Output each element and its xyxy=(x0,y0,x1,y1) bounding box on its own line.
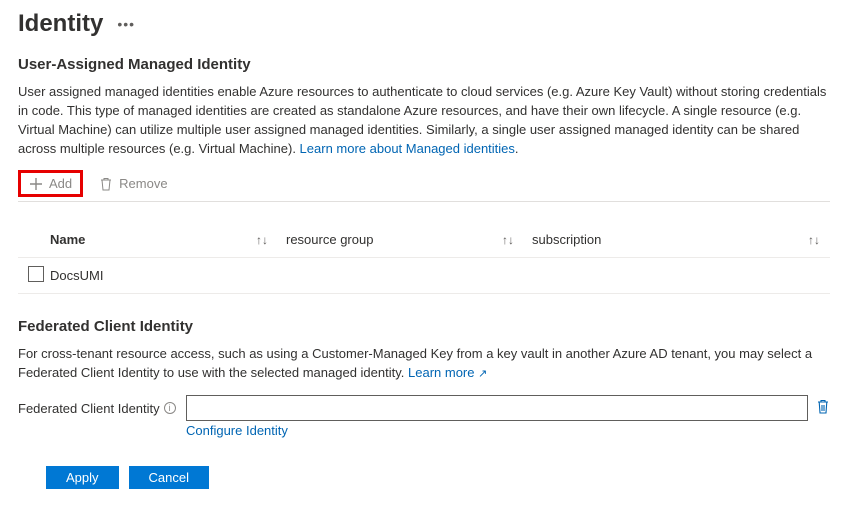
col-rg-head[interactable]: resource group ↑↓ xyxy=(286,232,532,247)
federated-section: Federated Client Identity For cross-tena… xyxy=(18,318,830,438)
federated-heading: Federated Client Identity xyxy=(18,318,830,335)
federated-learn-link[interactable]: Learn more ↗ xyxy=(408,365,487,380)
col-name-head[interactable]: Name ↑↓ xyxy=(50,232,286,247)
col-sub-label: subscription xyxy=(532,232,601,247)
sort-icon: ↑↓ xyxy=(256,233,268,247)
uami-heading: User-Assigned Managed Identity xyxy=(18,56,830,73)
trash-icon xyxy=(99,177,113,191)
page-header: Identity ••• xyxy=(18,10,830,38)
page-title: Identity xyxy=(18,10,103,38)
uami-description: User assigned managed identities enable … xyxy=(18,83,830,158)
federated-client-input[interactable] xyxy=(186,395,808,421)
row-name-cell: DocsUMI xyxy=(50,268,286,283)
period: . xyxy=(515,141,519,156)
table-row[interactable]: DocsUMI xyxy=(18,258,830,294)
federated-field-row: Federated Client Identity i xyxy=(18,395,830,421)
federated-label-text: Federated Client Identity xyxy=(18,401,160,416)
remove-button[interactable]: Remove xyxy=(99,176,167,191)
row-name: DocsUMI xyxy=(50,268,103,283)
add-label: Add xyxy=(49,176,72,191)
col-rg-label: resource group xyxy=(286,232,373,247)
action-buttons: Apply Cancel xyxy=(18,466,830,489)
external-link-icon: ↗ xyxy=(478,368,487,380)
more-icon[interactable]: ••• xyxy=(117,16,135,32)
row-checkbox-cell xyxy=(18,266,50,285)
federated-field-label: Federated Client Identity i xyxy=(18,401,178,416)
plus-icon xyxy=(29,177,43,191)
info-icon[interactable]: i xyxy=(164,402,176,414)
add-button[interactable]: Add xyxy=(18,170,83,197)
cancel-button[interactable]: Cancel xyxy=(129,466,209,489)
grid-header: Name ↑↓ resource group ↑↓ subscription ↑… xyxy=(18,232,830,258)
col-name-label: Name xyxy=(50,232,85,247)
apply-button[interactable]: Apply xyxy=(46,466,119,489)
federated-learn-text: Learn more xyxy=(408,365,474,380)
uami-learn-link[interactable]: Learn more about Managed identities xyxy=(300,141,515,156)
remove-label: Remove xyxy=(119,176,167,191)
configure-identity-link[interactable]: Configure Identity xyxy=(186,423,830,438)
col-sub-head[interactable]: subscription ↑↓ xyxy=(532,232,830,247)
federated-description: For cross-tenant resource access, such a… xyxy=(18,345,830,383)
row-checkbox[interactable] xyxy=(28,266,44,282)
clear-federated-button[interactable] xyxy=(816,399,830,418)
sort-icon: ↑↓ xyxy=(808,233,820,247)
uami-toolbar: Add Remove xyxy=(18,170,830,202)
sort-icon: ↑↓ xyxy=(502,233,514,247)
